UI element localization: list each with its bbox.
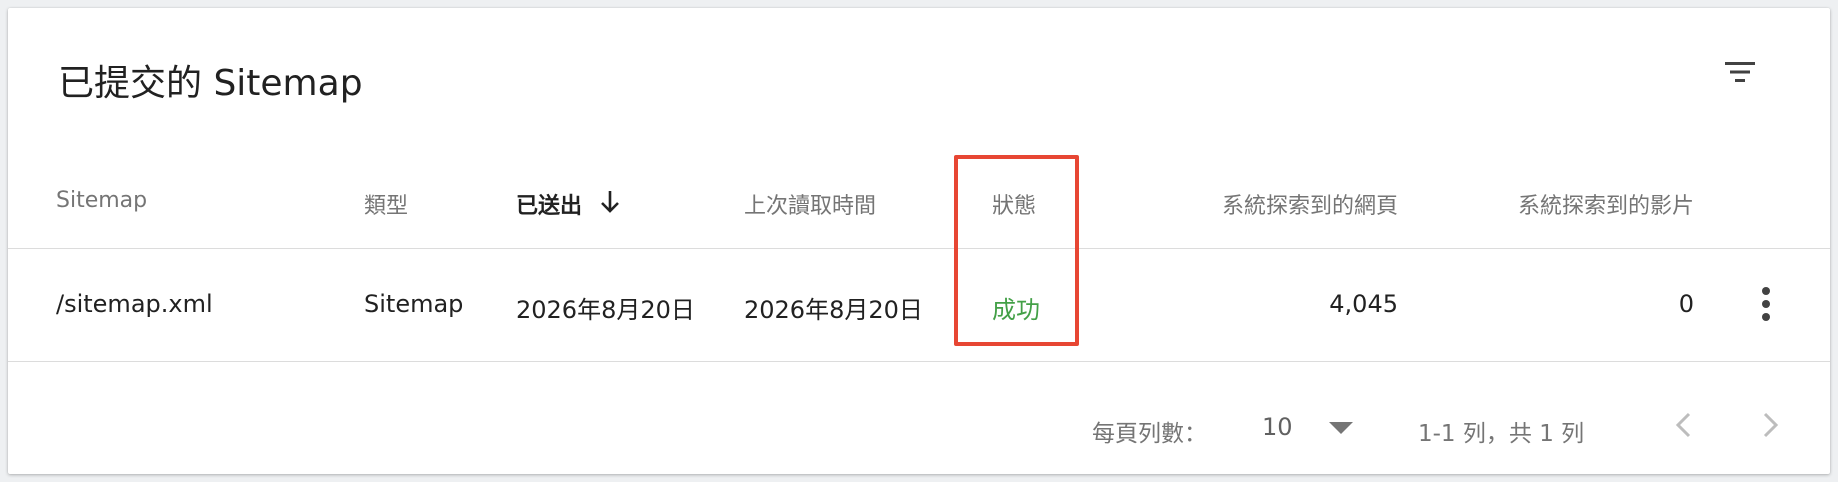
next-page-button[interactable] <box>1752 404 1788 448</box>
rows-per-page-value: 10 <box>1262 413 1293 441</box>
cell-sitemap[interactable]: /sitemap.xml <box>56 290 213 318</box>
column-header-sitemap[interactable]: Sitemap <box>56 188 147 213</box>
row-divider <box>8 361 1830 362</box>
column-header-type[interactable]: 類型 <box>364 188 408 220</box>
cell-status: 成功 <box>992 296 1040 324</box>
column-header-pages[interactable]: 系統探索到的網頁 <box>1188 188 1398 220</box>
column-header-status[interactable]: 狀態 <box>992 188 1036 220</box>
chevron-left-icon <box>1675 412 1691 438</box>
cell-pages: 4,045 <box>1329 290 1398 318</box>
row-more-button[interactable] <box>1746 283 1786 327</box>
chevron-right-icon <box>1763 412 1779 438</box>
sitemaps-card: 已提交的 Sitemap Sitemap 類型 已送出 上次讀取時間 狀態 系統… <box>8 8 1830 474</box>
page-title: 已提交的 Sitemap <box>58 63 363 104</box>
cell-last-read: 2026年8月20日 <box>744 296 923 324</box>
cell-videos: 0 <box>1678 290 1694 318</box>
column-header-submitted[interactable]: 已送出 <box>516 188 622 221</box>
column-header-videos[interactable]: 系統探索到的影片 <box>1484 188 1694 220</box>
cell-submitted: 2026年8月20日 <box>516 296 695 324</box>
previous-page-button[interactable] <box>1666 404 1702 448</box>
column-header-last-read[interactable]: 上次讀取時間 <box>744 188 876 220</box>
caret-down-icon <box>1328 420 1354 439</box>
pagination-range: 1-1 列，共 1 列 <box>1418 421 1585 447</box>
rows-per-page-select[interactable]: 10 <box>1262 408 1362 448</box>
filter-button[interactable] <box>1716 48 1764 96</box>
filter-icon <box>1725 62 1755 82</box>
arrow-down-icon <box>598 189 622 221</box>
more-vert-icon <box>1762 287 1770 321</box>
column-header-submitted-label: 已送出 <box>516 194 583 219</box>
header-divider <box>8 248 1830 249</box>
cell-type: Sitemap <box>364 290 464 318</box>
rows-per-page-label: 每頁列數： <box>1092 421 1207 447</box>
